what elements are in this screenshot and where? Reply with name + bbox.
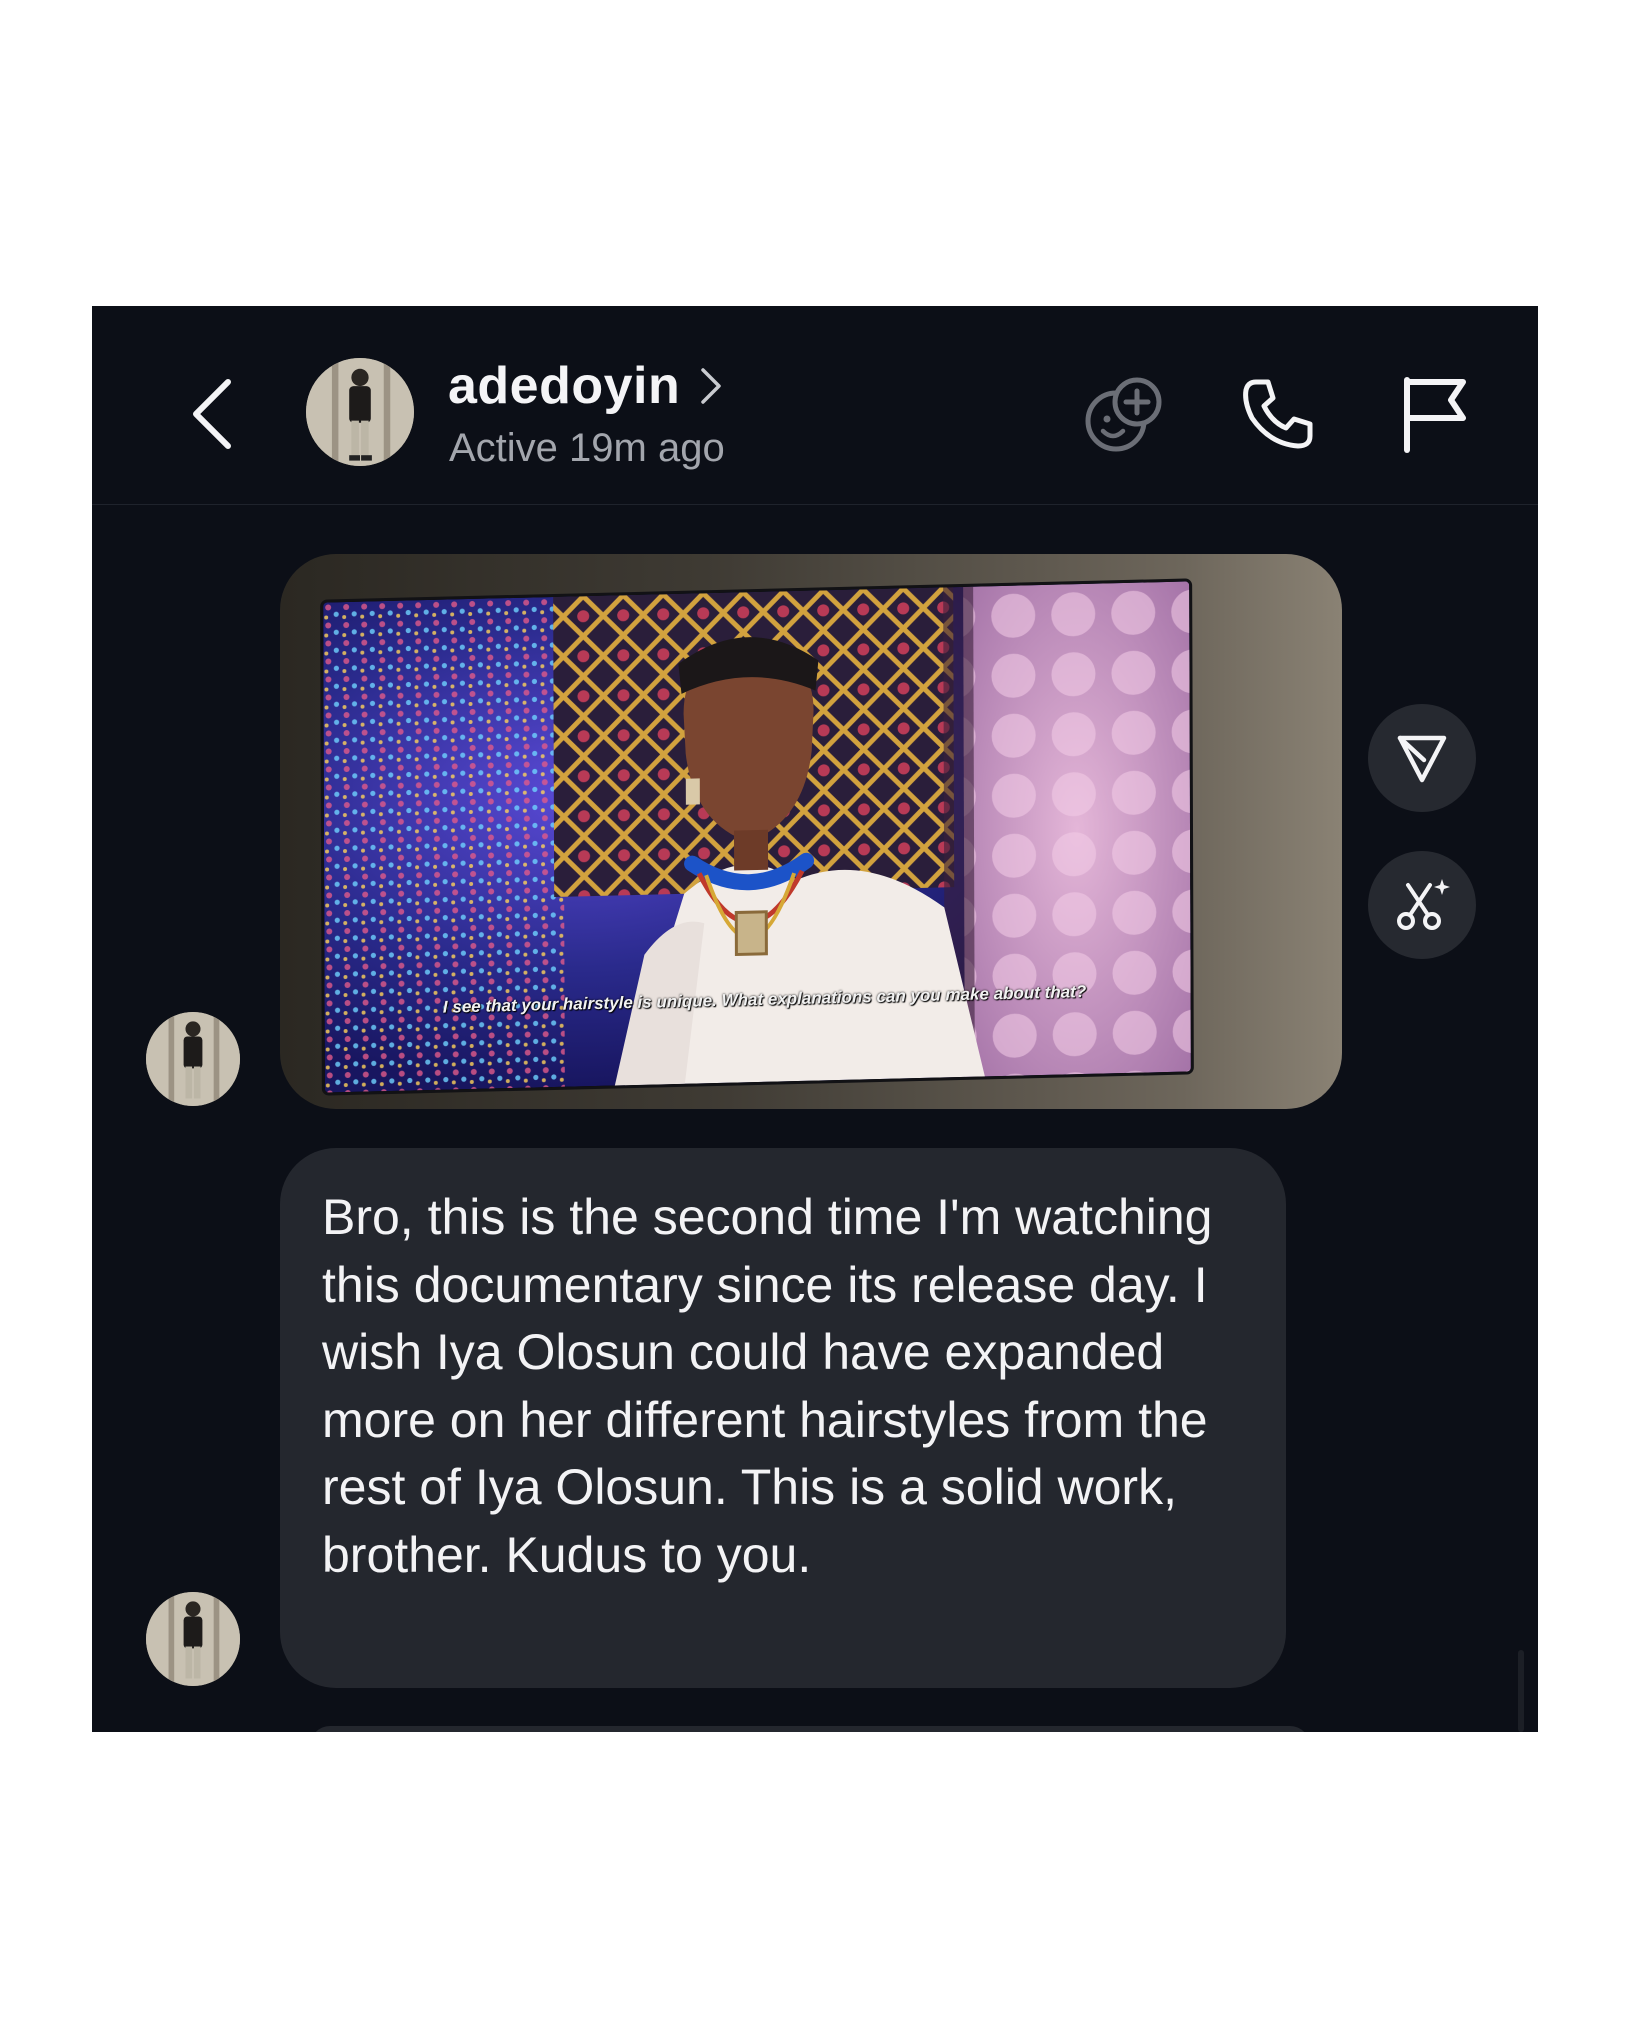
chevron-left-icon [193, 379, 231, 449]
profile-link[interactable]: adedoyin [448, 356, 724, 416]
call-button[interactable] [1230, 366, 1326, 462]
username: adedoyin [448, 357, 681, 415]
chat-screen: adedoyin Active 19m ago I see that your … [92, 306, 1538, 1732]
back-button[interactable] [184, 374, 240, 454]
photo-message[interactable]: I see that your hairstyle is unique. Wha… [280, 554, 1342, 1109]
effects-button[interactable] [1076, 366, 1172, 462]
avatar-photo [306, 358, 414, 466]
avatar[interactable] [146, 1592, 240, 1686]
report-button[interactable] [1386, 366, 1482, 462]
remix-icon [1397, 879, 1450, 930]
chat-header: adedoyin Active 19m ago [92, 306, 1538, 505]
scrollbar[interactable] [1518, 1650, 1524, 1732]
phone-icon [1243, 379, 1313, 449]
effects-icon [1085, 377, 1162, 452]
avatar[interactable] [306, 358, 414, 466]
share-button[interactable] [1368, 704, 1476, 812]
avatar-photo [146, 1012, 240, 1106]
remix-button[interactable] [1368, 851, 1476, 959]
avatar[interactable] [146, 1012, 240, 1106]
send-icon [1397, 735, 1447, 783]
next-message-partial [310, 1726, 1310, 1732]
avatar-photo [146, 1592, 240, 1686]
message-text: Bro, this is the second time I'm watchin… [322, 1189, 1213, 1583]
tv-screen-photo: I see that your hairstyle is unique. Wha… [323, 581, 1191, 1093]
chevron-right-icon [701, 368, 722, 404]
text-message[interactable]: Bro, this is the second time I'm watchin… [280, 1148, 1286, 1688]
active-status: Active 19m ago [449, 426, 725, 470]
flag-icon [1404, 377, 1466, 453]
